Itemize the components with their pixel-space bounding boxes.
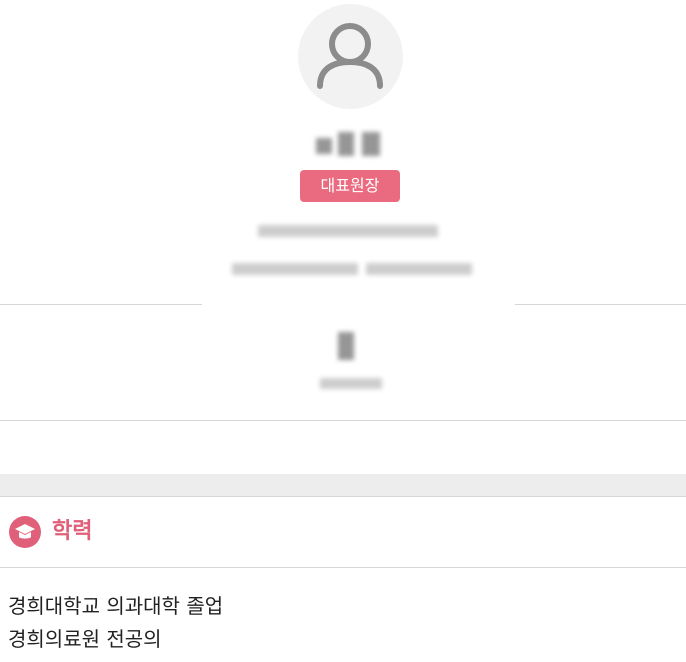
education-header: 학력	[0, 497, 686, 567]
section-separator	[0, 474, 686, 496]
user-icon	[317, 23, 383, 89]
list-item: 경희대학교 의과대학 졸업	[8, 594, 224, 618]
divider-left	[0, 304, 202, 305]
role-badge: 대표원장	[300, 170, 400, 202]
list-item: 경희의료원 전공의	[8, 627, 162, 651]
education-title: 학력	[52, 519, 93, 544]
graduation-cap-icon	[9, 516, 41, 548]
divider-right	[515, 304, 686, 305]
edu-header-divider	[0, 567, 686, 568]
avatar	[298, 4, 403, 109]
education-list: 경희대학교 의과대학 졸업 경희의료원 전공의	[8, 590, 223, 656]
section-divider	[0, 420, 686, 421]
